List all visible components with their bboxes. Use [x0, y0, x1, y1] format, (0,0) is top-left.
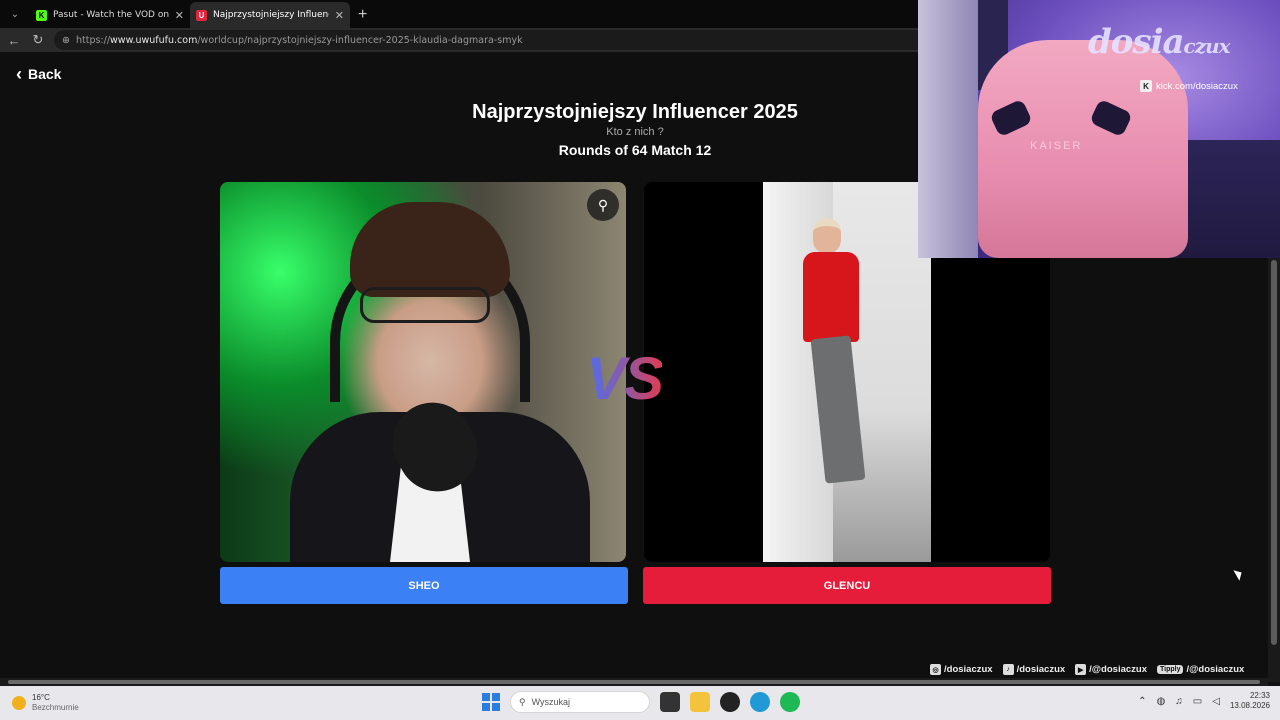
- microphone-icon[interactable]: ♫: [1175, 696, 1183, 707]
- close-icon[interactable]: ✕: [175, 9, 184, 22]
- close-icon[interactable]: ✕: [335, 9, 344, 22]
- clock[interactable]: 22:33 13.08.2026: [1230, 691, 1270, 711]
- taskbar-search[interactable]: ⚲ Wyszukaj: [510, 691, 650, 713]
- tab-uwufufu[interactable]: U Najprzystojniejszy Influencer 2025 ✕: [190, 2, 350, 28]
- obs-icon[interactable]: [720, 692, 740, 712]
- choose-right-button[interactable]: GLENCU: [643, 567, 1051, 604]
- horizontal-scrollbar[interactable]: [0, 678, 1268, 686]
- zoom-in-icon[interactable]: ⚲: [587, 189, 619, 221]
- new-tab-button[interactable]: +: [350, 6, 375, 28]
- tiktok-icon: ♪: [1002, 664, 1014, 675]
- choose-left-button[interactable]: SHEO: [220, 567, 628, 604]
- social-tiktok: ♪/dosiaczux: [1002, 664, 1065, 675]
- weather-condition: Bezchmurnie: [32, 703, 79, 712]
- streamer-logo: dosiaczux: [1088, 22, 1231, 62]
- social-youtube: ▶/@dosiaczux: [1075, 664, 1147, 675]
- url-field[interactable]: ⊕ https://www.uwufufu.com/worldcup/najpr…: [54, 30, 934, 50]
- spotify-icon[interactable]: [780, 692, 800, 712]
- reload-icon[interactable]: ↻: [30, 32, 46, 48]
- chevron-left-icon: ‹: [16, 64, 22, 84]
- temperature: 16°C: [32, 693, 50, 702]
- tab-kick-vod[interactable]: K Pasut - Watch the VOD on Kick ✕: [30, 2, 190, 28]
- tipply-icon: Tipply: [1157, 665, 1184, 674]
- tab-title: Najprzystojniejszy Influencer 2025: [213, 10, 329, 20]
- sheo-photo: [220, 182, 626, 562]
- kick-channel-link: K kick.com/dosiaczux: [1140, 80, 1238, 92]
- weather-moon-icon: [12, 696, 26, 710]
- chevron-up-icon[interactable]: ⌃: [1138, 696, 1146, 707]
- chair-text: KAISER: [1030, 140, 1083, 152]
- left-candidate-image[interactable]: ⚲: [220, 182, 626, 562]
- task-view-icon[interactable]: [660, 692, 680, 712]
- volume-icon[interactable]: ◁: [1212, 696, 1220, 707]
- weather-widget[interactable]: 16°C Bezchmurnie: [12, 693, 79, 713]
- gaming-chair: [978, 40, 1188, 258]
- system-tray: ⌃ ◍ ♫ ▭ ◁ 22:33 13.08.2026: [1138, 691, 1270, 711]
- uwufufu-icon: U: [196, 9, 207, 21]
- vs-label: VS: [586, 345, 664, 412]
- instagram-icon: ◎: [930, 664, 941, 675]
- windows-taskbar: 16°C Bezchmurnie ⚲ Wyszukaj ⌃ ◍ ♫ ▭ ◁ 22…: [0, 686, 1280, 720]
- kick-icon: K: [1140, 80, 1152, 92]
- stream-socials: ◎/dosiaczux ♪/dosiaczux ▶/@dosiaczux Tip…: [930, 664, 1244, 675]
- chevron-down-icon: ⌄: [10, 8, 20, 20]
- social-tipply: Tipply/@dosiaczux: [1157, 664, 1244, 675]
- tab-title: Pasut - Watch the VOD on Kick: [53, 10, 169, 20]
- youtube-icon: ▶: [1075, 664, 1087, 675]
- search-icon: ⚲: [519, 696, 526, 707]
- glencu-photo: [763, 182, 931, 562]
- tab-list-button[interactable]: ⌄: [4, 3, 26, 25]
- webcam-overlay: KAISER dosiaczux K kick.com/dosiaczux: [918, 0, 1280, 258]
- network-icon[interactable]: ◍: [1157, 696, 1166, 707]
- display-icon[interactable]: ▭: [1193, 696, 1202, 707]
- social-instagram: ◎/dosiaczux: [930, 664, 993, 675]
- mouse-cursor-icon: [1233, 567, 1245, 581]
- back-button[interactable]: ‹ Back: [16, 64, 62, 84]
- kick-icon: K: [36, 9, 47, 21]
- site-info-icon[interactable]: ⊕: [62, 35, 70, 46]
- back-arrow-icon[interactable]: ←: [6, 33, 22, 48]
- taskbar-apps: ⚲ Wyszukaj: [482, 691, 800, 713]
- edge-icon[interactable]: [750, 692, 770, 712]
- back-label: Back: [28, 66, 62, 82]
- windows-start-icon[interactable]: [482, 693, 500, 711]
- url-text: https://www.uwufufu.com/worldcup/najprzy…: [75, 34, 523, 46]
- file-explorer-icon[interactable]: [690, 692, 710, 712]
